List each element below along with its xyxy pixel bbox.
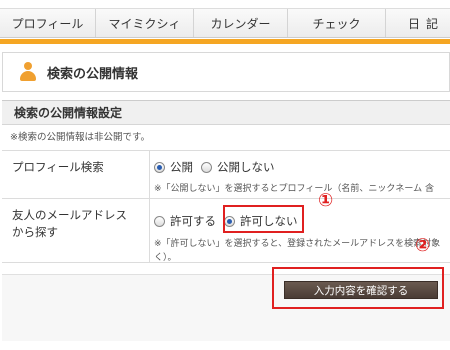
person-icon	[19, 62, 37, 82]
annotation-box-1	[223, 205, 304, 233]
radio-profile-public[interactable]: 公開	[154, 159, 193, 175]
annotation-marker-2: ②	[415, 235, 431, 256]
accent-bar	[0, 39, 450, 44]
radio-selected-icon[interactable]	[154, 161, 165, 173]
radio-email-allow[interactable]: 許可する	[154, 213, 216, 229]
profile-search-row: プロフィール検索 公開 公開しない ※「公開しない」を選択するとプロフィール（名…	[2, 151, 450, 199]
nav-item-check[interactable]: チェック	[288, 9, 386, 37]
page-title-box: 検索の公開情報	[2, 52, 450, 92]
profile-search-label: プロフィール検索	[2, 151, 150, 198]
page-title: 検索の公開情報	[47, 66, 139, 82]
nav-item-mymixi[interactable]: マイミクシィ	[96, 9, 194, 37]
top-navigation: プロフィール マイミクシィ カレンダー チェック 日記	[0, 8, 450, 38]
friend-email-label: 友人のメールアドレス から探す	[2, 199, 150, 262]
annotation-marker-1: ①	[318, 190, 334, 211]
profile-search-options: 公開 公開しない	[154, 157, 450, 177]
radio-unselected-icon[interactable]	[201, 161, 212, 173]
nav-item-profile[interactable]: プロフィール	[0, 9, 96, 37]
radio-profile-private[interactable]: 公開しない	[201, 159, 275, 175]
nav-item-calendar[interactable]: カレンダー	[194, 9, 288, 37]
section-header: 検索の公開情報設定	[2, 101, 450, 125]
nav-item-diary[interactable]: 日記	[386, 9, 450, 37]
section-note: ※検索の公開情報は非公開です。	[2, 125, 450, 151]
radio-unselected-icon[interactable]	[154, 215, 165, 227]
profile-search-hint: ※「公開しない」を選択するとプロフィール（名前、ニックネーム 含	[154, 184, 434, 194]
friend-email-hint: ※「許可しない」を選択すると、登録されたメールアドレスを検索対象 く）。	[154, 239, 441, 263]
confirm-button[interactable]: 入力内容を確認する	[284, 281, 438, 299]
